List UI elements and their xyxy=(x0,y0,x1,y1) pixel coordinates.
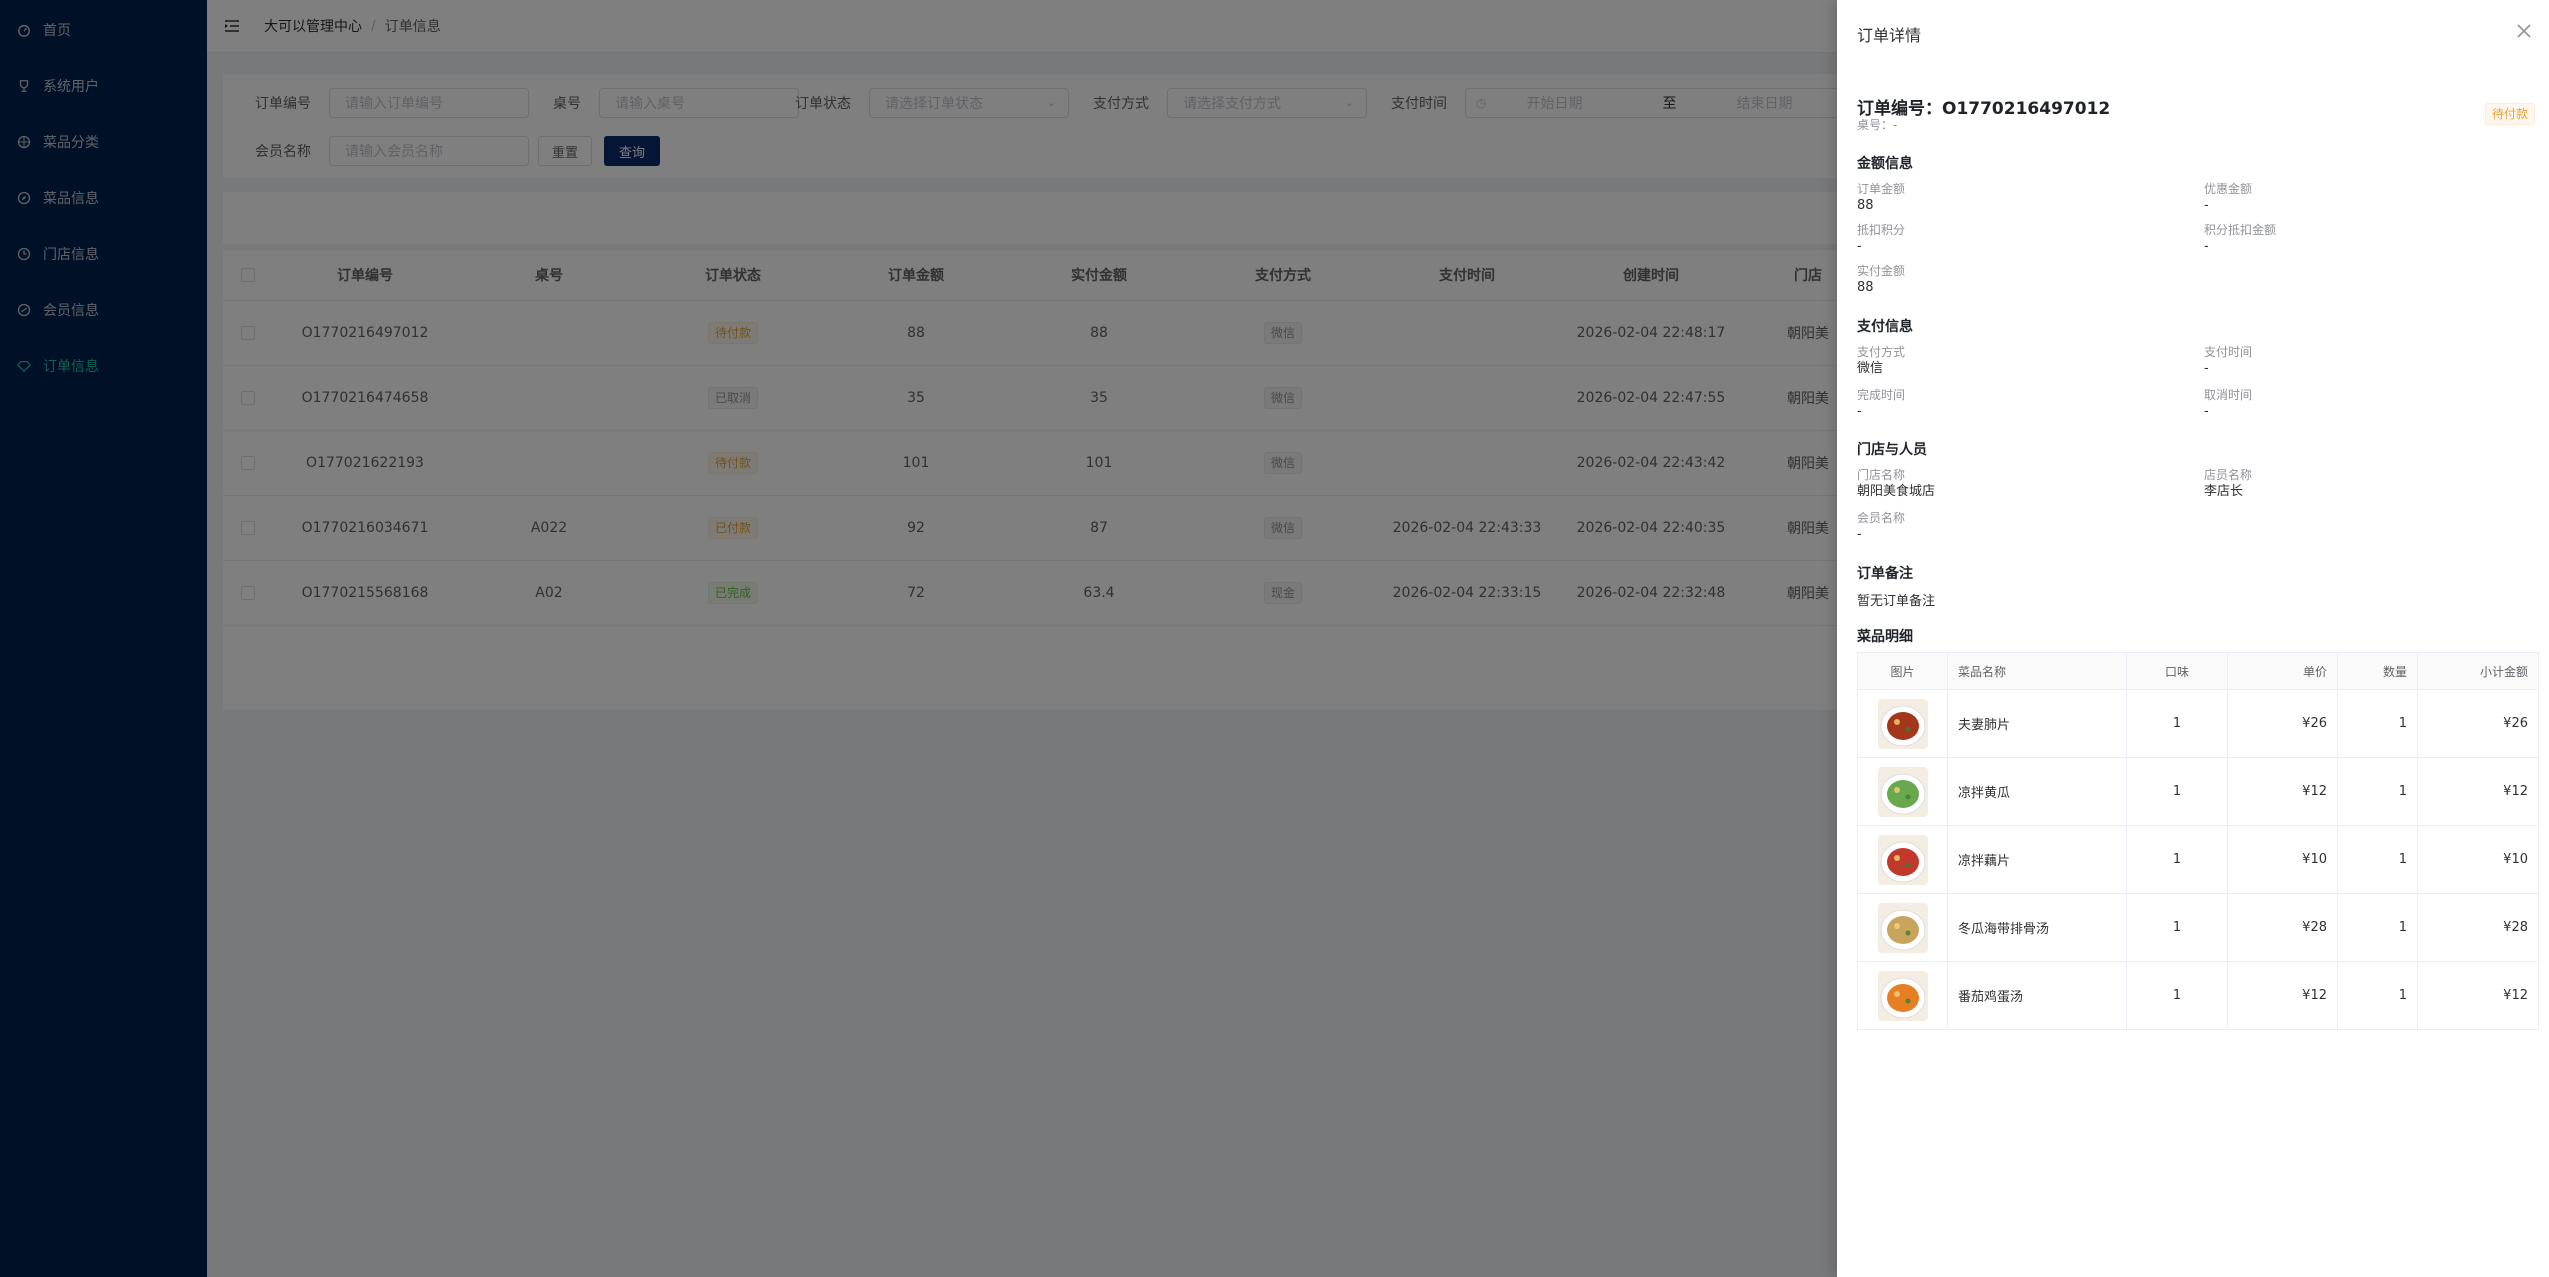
pay-section-title: 支付信息 xyxy=(1857,319,1913,335)
dish-taste: 1 xyxy=(2127,826,2228,893)
order-detail-drawer: 订单详情 订单编号：O1770216497012 桌号：- 待付款 金额信息 订… xyxy=(1837,0,2549,1277)
dish-row: 冬瓜海带排骨汤 1 ¥28 1 ¥28 xyxy=(1858,894,2538,962)
dish-image-cell xyxy=(1858,894,1948,961)
dish-image xyxy=(1877,698,1928,749)
order-amount-field: 订单金额 88 xyxy=(1857,182,1906,213)
dish-name: 凉拌黄瓜 xyxy=(1948,758,2127,825)
dish-image xyxy=(1877,766,1928,817)
member-name-field: 会员名称 - xyxy=(1857,511,1906,542)
dish-image-cell xyxy=(1858,758,1948,825)
dish-image xyxy=(1877,902,1928,953)
dish-name: 夫妻肺片 xyxy=(1948,690,2127,757)
dish-taste: 1 xyxy=(2127,690,2228,757)
dish-quantity: 1 xyxy=(2338,690,2418,757)
dish-row: 夫妻肺片 1 ¥26 1 ¥26 xyxy=(1858,690,2538,758)
paid-amount-field: 实付金额 88 xyxy=(1857,264,1906,295)
remark-section-title: 订单备注 xyxy=(1857,566,1913,582)
close-icon[interactable] xyxy=(2515,22,2533,40)
col-taste: 口味 xyxy=(2127,653,2228,689)
dish-row: 凉拌藕片 1 ¥10 1 ¥10 xyxy=(1858,826,2538,894)
dish-subtotal: ¥10 xyxy=(2503,852,2528,867)
dish-name: 冬瓜海带排骨汤 xyxy=(1948,894,2127,961)
status-badge: 待付款 xyxy=(2484,103,2535,125)
dish-quantity: 1 xyxy=(2338,894,2418,961)
clerk-name-field: 店员名称 李店长 xyxy=(2204,468,2253,499)
items-section-title: 菜品明细 xyxy=(1857,629,1913,645)
dish-row: 凉拌黄瓜 1 ¥12 1 ¥12 xyxy=(1858,758,2538,826)
cancel-time-field: 取消时间 - xyxy=(2204,388,2253,419)
store-name-field: 门店名称 朝阳美食城店 xyxy=(1857,468,1936,499)
dish-unit-price: ¥26 xyxy=(2228,690,2338,757)
dish-table-header: 图片 菜品名称 口味 单价 数量 小计金额 xyxy=(1858,653,2538,690)
dish-detail-table: 图片 菜品名称 口味 单价 数量 小计金额 夫妻肺片 1 ¥26 1 ¥26 凉拌黄瓜 1 ¥… xyxy=(1857,652,2539,1030)
dish-taste: 1 xyxy=(2127,962,2228,1029)
dish-image-cell xyxy=(1858,826,1948,893)
dish-unit-price: ¥10 xyxy=(2228,826,2338,893)
col-unit-price: 单价 xyxy=(2228,653,2338,689)
table-number: 桌号：- xyxy=(1857,118,1898,132)
store-section-title: 门店与人员 xyxy=(1857,442,1927,458)
dish-image-cell xyxy=(1858,690,1948,757)
dish-taste: 1 xyxy=(2127,758,2228,825)
deduct-points-field: 抵扣积分 - xyxy=(1857,223,1906,254)
col-image: 图片 xyxy=(1858,653,1948,689)
dish-quantity: 1 xyxy=(2338,962,2418,1029)
col-dish-name: 菜品名称 xyxy=(1948,653,2127,689)
amount-section-title: 金额信息 xyxy=(1857,156,1913,172)
dish-name: 番茄鸡蛋汤 xyxy=(1948,962,2127,1029)
dish-image xyxy=(1877,834,1928,885)
col-quantity: 数量 xyxy=(2338,653,2418,689)
dish-quantity: 1 xyxy=(2338,758,2418,825)
complete-time-field: 完成时间 - xyxy=(1857,388,1906,419)
dish-image xyxy=(1877,970,1928,1021)
dish-unit-price: ¥28 xyxy=(2228,894,2338,961)
dish-unit-price: ¥12 xyxy=(2228,758,2338,825)
points-deduct-amount-field: 积分抵扣金额 - xyxy=(2204,223,2277,254)
dish-subtotal: ¥26 xyxy=(2503,716,2528,731)
dish-quantity: 1 xyxy=(2338,826,2418,893)
dish-row: 番茄鸡蛋汤 1 ¥12 1 ¥12 xyxy=(1858,962,2538,1030)
dish-image-cell xyxy=(1858,962,1948,1029)
dish-subtotal: ¥12 xyxy=(2503,988,2528,1003)
pay-method-field: 支付方式 微信 xyxy=(1857,345,1906,376)
col-subtotal: 小计金额 xyxy=(2479,664,2528,679)
dish-name: 凉拌藕片 xyxy=(1948,826,2127,893)
pay-time-field: 支付时间 - xyxy=(2204,345,2253,376)
drawer-title: 订单详情 xyxy=(1857,26,1922,45)
discount-amount-field: 优惠金额 - xyxy=(2204,182,2253,213)
dish-unit-price: ¥12 xyxy=(2228,962,2338,1029)
dish-taste: 1 xyxy=(2127,894,2228,961)
dish-subtotal: ¥12 xyxy=(2503,784,2528,799)
remark-text: 暂无订单备注 xyxy=(1857,594,1936,609)
dish-subtotal: ¥28 xyxy=(2503,920,2528,935)
